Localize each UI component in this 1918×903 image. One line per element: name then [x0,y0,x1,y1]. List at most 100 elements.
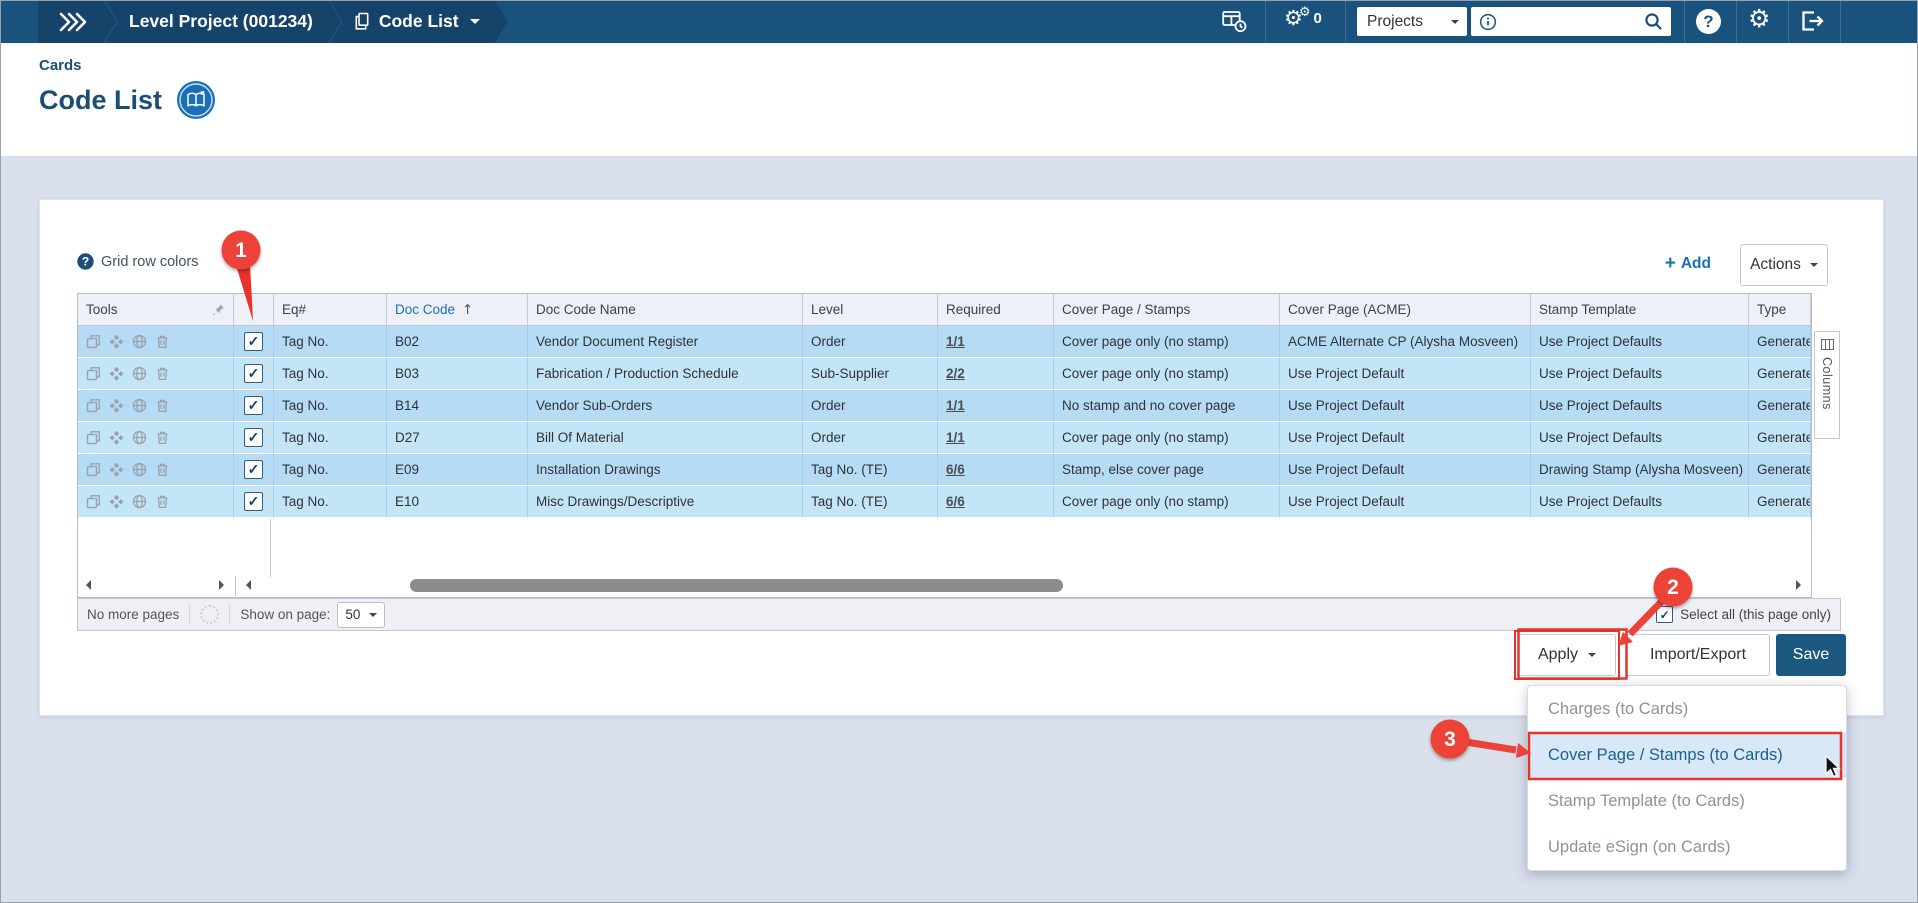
required-count-link[interactable]: 2/2 [946,366,965,381]
actions-button[interactable]: Actions [1740,244,1828,286]
add-button[interactable]: + Add [1665,254,1711,273]
scroll-left-icon[interactable] [241,580,251,590]
cell-level: Order [803,422,938,454]
required-count-link[interactable]: 1/1 [946,430,965,445]
apply-menu-item[interactable]: Stamp Template (to Cards) [1528,778,1846,824]
action-buttons: Apply Import/Export Save [1514,630,1846,680]
copy-card-icon[interactable] [86,334,101,349]
loading-spinner-icon [200,605,220,624]
column-header-doc-code-name[interactable]: Doc Code Name [528,294,803,326]
pinned-columns-scrollbar[interactable] [78,576,234,596]
column-header-cover-page-acme[interactable]: Cover Page (ACME) [1280,294,1531,326]
column-header-doc-code[interactable]: Doc Code ↑ [387,294,528,326]
table-row: Tag No.D27Bill Of MaterialOrder 1/1 Cover … [78,422,1811,454]
globe-icon[interactable] [132,334,147,349]
knowledge-book-icon[interactable] [177,81,216,119]
cell-cover-page-acme: Use Project Default [1280,390,1531,422]
scroll-right-icon[interactable] [1796,580,1806,590]
column-header-required[interactable]: Required [938,294,1054,326]
column-header-select [234,294,274,326]
logout-button[interactable] [1801,11,1824,31]
copy-card-icon[interactable] [86,398,101,413]
page-header: Cards Code List [0,43,1918,157]
grid-row-colors-legend[interactable]: ? Grid row colors [77,253,199,270]
globe-icon[interactable] [132,494,147,509]
settings-button[interactable]: ⚙ [1748,6,1770,31]
delete-icon[interactable] [155,366,170,381]
pinned-column-divider [270,519,271,577]
cell-cover-page-acme: Use Project Default [1280,486,1531,518]
apply-button[interactable]: Apply [1518,634,1616,676]
global-search-box[interactable] [1471,7,1671,36]
column-header-stamp-template[interactable]: Stamp Template [1531,294,1749,326]
delete-icon[interactable] [155,334,170,349]
breadcrumb-menu-chevrons[interactable] [38,0,116,43]
select-all-checkbox[interactable] [1656,606,1674,623]
global-search-input[interactable] [1503,12,1638,31]
delete-icon[interactable] [155,430,170,445]
main-horizontal-scrollbar[interactable] [238,576,1811,596]
column-header-eq[interactable]: Eq# [274,294,387,326]
exit-icon [1802,11,1824,31]
row-checkbox[interactable] [244,364,263,383]
copy-card-icon[interactable] [86,366,101,381]
apply-menu-item[interactable]: Update eSign (on Cards) [1528,824,1846,870]
row-checkbox[interactable] [244,460,263,479]
required-count-link[interactable]: 6/6 [946,494,965,509]
required-count-link[interactable]: 1/1 [946,334,965,349]
scroll-right-icon[interactable] [219,580,229,590]
globe-icon[interactable] [132,366,147,381]
data-grid: Tools Eq# Doc Code ↑ Doc Code Name Level Requ… [77,293,1812,598]
column-header-level[interactable]: Level [803,294,938,326]
help-button[interactable]: ? [1696,9,1721,34]
scroll-left-icon[interactable] [81,580,91,590]
row-checkbox[interactable] [244,428,263,447]
jobs-count-badge: 0 [1313,10,1322,27]
page-size-select[interactable]: 50 [337,601,386,628]
add-label: Add [1680,254,1711,272]
breadcrumb-item-code-list[interactable]: Code List [330,0,508,43]
delete-icon[interactable] [155,462,170,477]
column-header-type[interactable]: Type [1749,294,1811,326]
distribute-icon[interactable] [109,366,124,381]
search-icon[interactable] [1644,12,1663,31]
column-header-cover-page-stamps[interactable]: Cover Page / Stamps [1054,294,1280,326]
cell-doc-code: E09 [387,454,528,486]
copy-card-icon[interactable] [86,462,101,477]
globe-icon[interactable] [132,462,147,477]
delete-icon[interactable] [155,398,170,413]
required-count-link[interactable]: 6/6 [946,462,965,477]
distribute-icon[interactable] [109,334,124,349]
pin-columns-icon[interactable] [211,303,225,317]
row-checkbox[interactable] [244,492,263,511]
import-export-button[interactable]: Import/Export [1626,634,1770,676]
search-scope-select[interactable]: Projects [1357,7,1467,36]
cell-select [234,326,274,358]
row-checkbox[interactable] [244,332,263,351]
distribute-icon[interactable] [109,462,124,477]
layout-schedule-button[interactable] [1222,10,1247,33]
cell-doc-code-name: Bill Of Material [528,422,803,454]
distribute-icon[interactable] [109,430,124,445]
apply-menu-item[interactable]: Charges (to Cards) [1528,686,1846,732]
cell-eq: Tag No. [274,326,387,358]
background-jobs-button[interactable]: ⚙ ⚙ 0 [1284,6,1322,29]
help-circle-icon: ? [77,253,94,270]
breadcrumb-item-project[interactable]: Level Project (001234) [105,0,341,43]
distribute-icon[interactable] [109,398,124,413]
delete-icon[interactable] [155,494,170,509]
globe-icon[interactable] [132,430,147,445]
plus-icon: + [1664,253,1676,274]
save-button[interactable]: Save [1776,634,1846,676]
copy-card-icon[interactable] [86,430,101,445]
distribute-icon[interactable] [109,494,124,509]
required-count-link[interactable]: 1/1 [946,398,965,413]
copy-card-icon[interactable] [86,494,101,509]
globe-icon[interactable] [132,398,147,413]
column-header-tools[interactable]: Tools [78,294,234,326]
row-checkbox[interactable] [244,396,263,415]
apply-menu-item[interactable]: Cover Page / Stamps (to Cards) [1528,732,1846,778]
gears-icon-small: ⚙ [1298,5,1311,20]
scrollbar-thumb[interactable] [410,579,1063,592]
columns-panel-tab[interactable]: Columns [1814,331,1840,439]
